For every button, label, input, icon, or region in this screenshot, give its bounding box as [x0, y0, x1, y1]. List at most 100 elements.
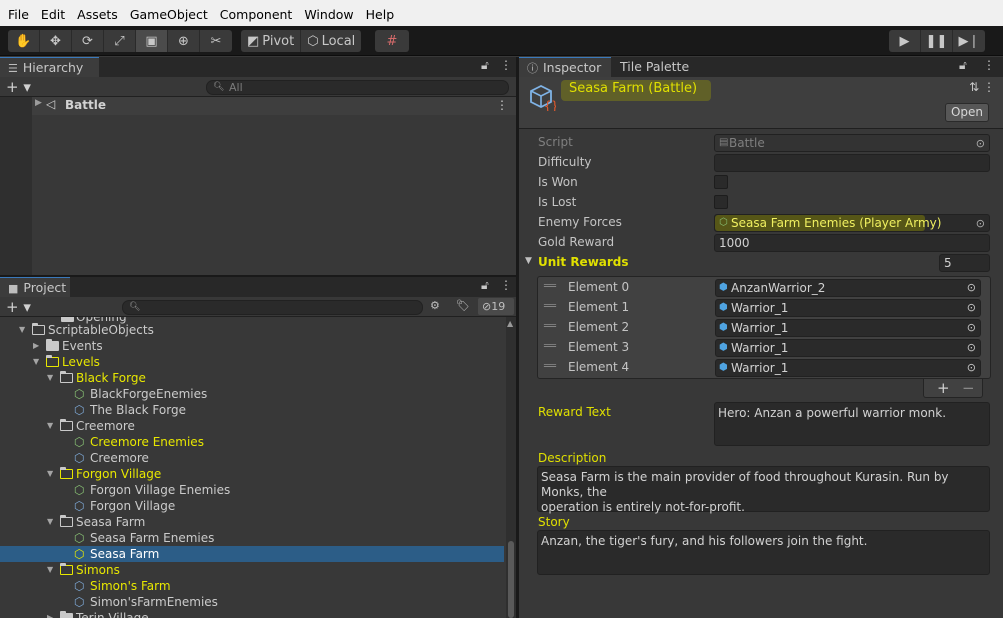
object-picker-icon[interactable]: ⊙ [967, 320, 976, 336]
list-item[interactable]: ⬡ Forgon Village Enemies [0, 482, 504, 498]
difficulty-field[interactable] [714, 154, 990, 172]
hidden-packages-toggle[interactable]: ⊘19 [478, 298, 514, 315]
expand-arrow-icon[interactable]: ▼ [47, 466, 53, 482]
object-picker-icon[interactable]: ⊙ [967, 300, 976, 316]
list-item[interactable]: ⬡ Simon's Farm [0, 578, 504, 594]
list-item[interactable]: ▼ Black Forge [0, 370, 504, 386]
drag-handle-icon[interactable]: ══ [544, 341, 556, 352]
create-add-icon[interactable]: + ▾ [6, 297, 31, 317]
open-button[interactable]: Open [944, 103, 989, 122]
move-tool-icon[interactable]: ✥ [40, 30, 72, 52]
tab-hierarchy[interactable]: ☰ Hierarchy [0, 57, 99, 77]
local-toggle[interactable]: ⬡ Local [301, 30, 361, 52]
play-icon[interactable]: ▶ [889, 30, 921, 52]
menu-assets[interactable]: Assets [71, 0, 124, 26]
lock-icon[interactable]: 🔓︎ [481, 58, 489, 73]
hierarchy-search-input[interactable]: 🔍︎ All [206, 80, 509, 95]
drag-handle-icon[interactable]: ══ [544, 281, 556, 292]
enemy-forces-field[interactable]: ⬡ Seasa Farm Enemies (Player Army) ⊙ [714, 214, 990, 232]
tab-tile-palette[interactable]: Tile Palette [612, 57, 697, 77]
expand-arrow-icon[interactable]: ▼ [47, 370, 53, 386]
custom-tool-icon[interactable]: ✂ [200, 30, 232, 52]
filter-by-type-icon[interactable]: ⚙ [430, 299, 440, 312]
remove-element-icon[interactable]: − [962, 379, 975, 397]
list-item[interactable]: ▼ ScriptableObjects [0, 322, 504, 338]
list-item[interactable]: ▼ Seasa Farm [0, 514, 504, 530]
expand-arrow-icon[interactable]: ▼ [47, 562, 53, 578]
menu-file[interactable]: File [2, 0, 35, 26]
expand-arrow-icon[interactable]: ▼ [19, 322, 25, 338]
expand-arrow-icon[interactable]: ▼ [33, 354, 39, 370]
rect-tool-icon[interactable]: ▣ [136, 30, 168, 52]
list-item[interactable]: ▼ Levels [0, 354, 504, 370]
project-search-input[interactable]: 🔍︎ [122, 300, 423, 315]
lock-icon[interactable]: 🔓︎ [959, 58, 967, 73]
list-item-selected[interactable]: ⬡ Seasa Farm [0, 546, 504, 562]
tab-inspector[interactable]: ⓘ Inspector [519, 57, 611, 77]
pivot-toggle[interactable]: ◩ Pivot [241, 30, 302, 52]
object-picker-icon[interactable]: ⊙ [976, 136, 985, 152]
list-item[interactable]: ⬡ The Black Forge [0, 402, 504, 418]
scene-more-icon[interactable]: ⋮ [496, 98, 508, 112]
list-item[interactable]: ▼ Forgon Village [0, 466, 504, 482]
add-element-icon[interactable]: + [937, 379, 950, 397]
list-item[interactable]: ⬡ Simon'sFarmEnemies [0, 594, 504, 610]
transform-tool-icon[interactable]: ⊕ [168, 30, 200, 52]
unit-rewards-label[interactable]: Unit Rewards [538, 255, 629, 269]
settings-icons[interactable]: ⇅ ⋮ [969, 80, 995, 94]
tab-project[interactable]: ■ Project [0, 277, 70, 297]
list-item[interactable]: ▶ Events [0, 338, 504, 354]
story-text-area[interactable]: Anzan, the tiger's fury, and his followe… [537, 530, 990, 575]
menu-edit[interactable]: Edit [35, 0, 71, 26]
expand-arrow-icon[interactable]: ▶ [33, 338, 39, 354]
object-picker-icon[interactable]: ⊙ [967, 360, 976, 376]
object-picker-icon[interactable]: ⊙ [967, 340, 976, 356]
element-object-field[interactable]: ⬢ Warrior_1 ⊙ [715, 319, 981, 337]
element-object-field[interactable]: ⬢ Warrior_1 ⊙ [715, 359, 981, 377]
expand-arrow-icon[interactable]: ▶ [47, 610, 53, 618]
pause-icon[interactable]: ❚❚ [921, 30, 953, 52]
is-won-checkbox[interactable] [714, 175, 728, 189]
create-add-icon[interactable]: + ▾ [6, 77, 31, 97]
gold-reward-field[interactable]: 1000 [714, 234, 990, 252]
object-picker-icon[interactable]: ⊙ [976, 216, 985, 232]
object-picker-icon[interactable]: ⊙ [967, 280, 976, 296]
menu-component[interactable]: Component [214, 0, 299, 26]
more-menu-icon[interactable]: ⋮ [500, 58, 512, 72]
list-item[interactable]: ▶ Terin Village [0, 610, 504, 618]
element-object-field[interactable]: ⬢ Warrior_1 ⊙ [715, 299, 981, 317]
expand-arrow-icon[interactable]: ▼ [47, 418, 53, 434]
lock-icon[interactable]: 🔓︎ [481, 278, 489, 293]
foldout-arrow-icon[interactable]: ▼ [525, 256, 532, 266]
rotate-tool-icon[interactable]: ⟳ [72, 30, 104, 52]
is-lost-checkbox[interactable] [714, 195, 728, 209]
more-menu-icon[interactable]: ⋮ [983, 58, 995, 72]
step-icon[interactable]: ▶❘ [953, 30, 985, 52]
expand-arrow-icon[interactable]: ▼ [47, 514, 53, 530]
more-menu-icon[interactable]: ⋮ [500, 278, 512, 292]
scale-tool-icon[interactable]: ⤢ [104, 30, 136, 52]
description-text-area[interactable]: Seasa Farm is the main provider of food … [537, 466, 990, 514]
menu-window[interactable]: Window [298, 0, 359, 26]
scene-row-battle[interactable]: ▶ ◁ Battle ⋮ [32, 97, 516, 115]
scroll-up-icon[interactable]: ▲ [507, 319, 513, 328]
list-item[interactable]: ▼ Creemore [0, 418, 504, 434]
drag-handle-icon[interactable]: ══ [544, 301, 556, 312]
filter-by-label-icon[interactable]: 🏷︎ [456, 299, 470, 312]
expand-arrow-icon[interactable]: ▶ [35, 98, 42, 108]
drag-handle-icon[interactable]: ══ [544, 361, 556, 372]
hand-tool-icon[interactable]: ✋ [8, 30, 40, 52]
list-item[interactable]: ⬡ Seasa Farm Enemies [0, 530, 504, 546]
drag-handle-icon[interactable]: ══ [544, 321, 556, 332]
list-item[interactable]: ⬡ Creemore Enemies [0, 434, 504, 450]
element-object-field[interactable]: ⬢ AnzanWarrior_2 ⊙ [715, 279, 981, 297]
grid-snap-icon[interactable]: # [375, 30, 409, 52]
menu-help[interactable]: Help [360, 0, 401, 26]
element-object-field[interactable]: ⬢ Warrior_1 ⊙ [715, 339, 981, 357]
reward-text-area[interactable]: Hero: Anzan a powerful warrior monk. [714, 402, 990, 446]
list-item[interactable]: ⬡ Creemore [0, 450, 504, 466]
project-scrollbar[interactable]: ▲ [506, 317, 516, 618]
menu-gameobject[interactable]: GameObject [124, 0, 214, 26]
list-item[interactable]: ▼ Simons [0, 562, 504, 578]
unit-rewards-size-field[interactable]: 5 [939, 254, 990, 272]
